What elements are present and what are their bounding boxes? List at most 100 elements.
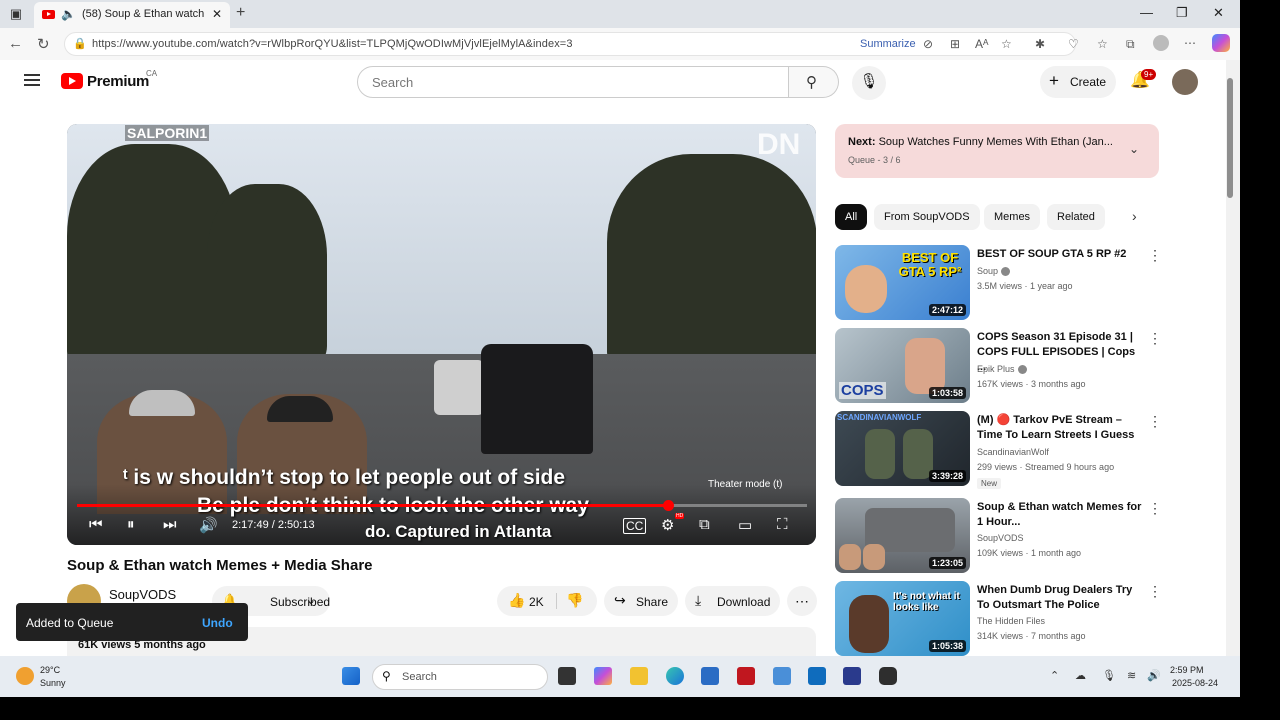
- more-options-icon[interactable]: ⋮: [1148, 247, 1162, 264]
- address-bar[interactable]: 🔒 https://www.youtube.com/watch?v=rWlbpR…: [64, 32, 1076, 56]
- channel-name[interactable]: SoupVODS: [109, 587, 176, 602]
- chevron-up-icon[interactable]: ⌃: [1050, 669, 1059, 682]
- chip-all[interactable]: All: [835, 204, 868, 230]
- queue-panel-header[interactable]: Next: Soup Watches Funny Memes With Etha…: [835, 124, 1159, 178]
- search-input[interactable]: [370, 74, 770, 91]
- site-info-icon[interactable]: 🔒: [73, 37, 87, 50]
- progress-bar[interactable]: [77, 500, 807, 511]
- back-icon[interactable]: ←: [8, 35, 23, 52]
- extensions-icon[interactable]: ✱: [1035, 37, 1045, 51]
- video-thumbnail[interactable]: BEST OF GTA 5 RP² 2:47:12: [835, 245, 970, 320]
- minimize-icon[interactable]: —: [1140, 5, 1153, 20]
- app-pen-icon[interactable]: [773, 667, 791, 685]
- windows-start-icon[interactable]: [342, 667, 360, 685]
- video-thumbnail[interactable]: COPS 1:03:58: [835, 328, 970, 403]
- favorites-icon[interactable]: ☆: [1097, 37, 1108, 51]
- video-title[interactable]: When Dumb Drug Dealers Try To Outsmart T…: [977, 583, 1147, 613]
- settings-gear-icon[interactable]: ⚙: [661, 516, 674, 534]
- taskbar-time[interactable]: 2:59 PM: [1170, 665, 1204, 675]
- chat-app-icon[interactable]: [879, 667, 897, 685]
- favorite-star-icon[interactable]: ☆: [1001, 37, 1012, 51]
- translate-icon[interactable]: ⊘: [923, 37, 933, 51]
- microphone-tray-icon[interactable]: 🎙: [1102, 669, 1116, 682]
- search-button[interactable]: ⚲: [789, 66, 839, 98]
- chip-memes[interactable]: Memes: [984, 204, 1041, 230]
- outlook-icon[interactable]: [808, 667, 826, 685]
- video-player[interactable]: SALPORIN1 DN ᵗ is w shouldn’t stop to le…: [67, 124, 816, 545]
- page-scrollbar-thumb[interactable]: [1227, 78, 1233, 198]
- chip-from-soupvods[interactable]: From SoupVODS: [874, 204, 980, 230]
- recommendation-item[interactable]: SCANDINAVIANWOLF 3:39:28 (M) 🔴 Tarkov Pv…: [835, 411, 1225, 489]
- weather-temperature[interactable]: 29°C: [40, 665, 60, 675]
- weather-condition[interactable]: Sunny: [40, 678, 66, 688]
- subtitles-cc-icon[interactable]: CC: [623, 518, 647, 534]
- browser-essentials-icon[interactable]: ♡: [1068, 37, 1079, 51]
- undo-button[interactable]: Undo: [202, 616, 233, 630]
- dislike-icon[interactable]: 👎: [566, 592, 583, 609]
- share-button[interactable]: ↪ Share: [604, 586, 678, 616]
- chevron-down-icon[interactable]: ⌄: [1129, 142, 1139, 156]
- taskbar-search[interactable]: ⚲ Search: [372, 664, 548, 690]
- app-available-icon[interactable]: ⊞: [950, 37, 960, 51]
- fullscreen-icon[interactable]: ⛶: [777, 516, 788, 533]
- more-options-icon[interactable]: ⋮: [1148, 583, 1162, 600]
- app-l-icon[interactable]: [843, 667, 861, 685]
- copilot-app-icon[interactable]: [594, 667, 612, 685]
- video-thumbnail[interactable]: SCANDINAVIANWOLF 3:39:28: [835, 411, 970, 486]
- download-button[interactable]: ⤓ Download: [685, 586, 780, 616]
- like-icon[interactable]: 👍: [508, 592, 525, 609]
- next-icon[interactable]: ⏭: [163, 516, 177, 533]
- read-aloud-icon[interactable]: Aᴬ: [975, 37, 988, 51]
- store-icon[interactable]: [701, 667, 719, 685]
- new-tab-icon[interactable]: +: [236, 4, 245, 22]
- summarize-button[interactable]: Summarize: [860, 38, 916, 50]
- more-options-icon[interactable]: ⋮: [1148, 330, 1162, 347]
- file-explorer-icon[interactable]: [630, 667, 648, 685]
- mcafee-icon[interactable]: [737, 667, 755, 685]
- taskbar-date[interactable]: 2025-08-24: [1172, 678, 1218, 688]
- miniplayer-icon[interactable]: ⧉: [699, 516, 710, 533]
- more-menu-icon[interactable]: ⋯: [1184, 36, 1196, 50]
- like-count[interactable]: 2K: [529, 595, 544, 609]
- account-avatar[interactable]: [1172, 69, 1198, 95]
- youtube-logo-icon[interactable]: [61, 73, 83, 89]
- recommendation-item[interactable]: It's not what it looks like 1:05:38 When…: [835, 581, 1225, 659]
- previous-icon[interactable]: ⏮: [89, 516, 103, 533]
- cloud-icon[interactable]: ☁: [1075, 669, 1086, 682]
- copilot-icon[interactable]: [1212, 34, 1230, 52]
- recommendation-item[interactable]: BEST OF GTA 5 RP² 2:47:12 BEST OF SOUP G…: [835, 245, 1225, 323]
- video-title[interactable]: Soup & Ethan watch Memes for 1 Hour...: [977, 500, 1147, 530]
- refresh-icon[interactable]: ↻: [37, 35, 50, 53]
- video-title[interactable]: BEST OF SOUP GTA 5 RP #2: [977, 247, 1147, 262]
- volume-icon[interactable]: 🔊: [199, 516, 218, 534]
- brand-premium[interactable]: Premium: [87, 73, 149, 90]
- more-options-icon[interactable]: ⋮: [1148, 500, 1162, 517]
- voice-search-button[interactable]: 🎙: [852, 66, 886, 100]
- tab-actions-icon[interactable]: ▣: [8, 6, 24, 22]
- edge-browser-icon[interactable]: [666, 667, 684, 685]
- speaker-icon[interactable]: 🔈: [61, 7, 76, 21]
- close-window-icon[interactable]: ✕: [1213, 5, 1224, 21]
- pause-icon[interactable]: ⏸: [127, 516, 135, 533]
- theater-mode-icon[interactable]: ▭: [738, 516, 752, 534]
- profile-icon[interactable]: [1153, 35, 1169, 51]
- menu-hamburger-icon[interactable]: [24, 74, 40, 86]
- speaker-tray-icon[interactable]: 🔊: [1147, 669, 1161, 682]
- wifi-icon[interactable]: ≋: [1127, 669, 1136, 682]
- task-view-icon[interactable]: [558, 667, 576, 685]
- video-thumbnail[interactable]: It's not what it looks like 1:05:38: [835, 581, 970, 656]
- chevron-right-icon[interactable]: ›: [1132, 208, 1137, 224]
- restore-icon[interactable]: ❐: [1176, 5, 1188, 21]
- video-title[interactable]: (M) 🔴 Tarkov PvE Stream – Time To Learn …: [977, 413, 1147, 443]
- create-button[interactable]: + Create: [1040, 66, 1116, 98]
- recommendation-item[interactable]: 1:23:05 Soup & Ethan watch Memes for 1 H…: [835, 498, 1225, 576]
- video-thumbnail[interactable]: 1:23:05: [835, 498, 970, 573]
- chip-related[interactable]: Related: [1047, 204, 1105, 230]
- search-box[interactable]: [357, 66, 789, 98]
- recommendation-item[interactable]: COPS 1:03:58 COPS Season 31 Episode 31 |…: [835, 328, 1225, 406]
- more-options-icon[interactable]: ⋮: [1148, 413, 1162, 430]
- weather-sun-icon[interactable]: [16, 667, 34, 685]
- collections-icon[interactable]: ⧉: [1126, 37, 1135, 52]
- more-actions-icon[interactable]: ⋯: [787, 586, 817, 616]
- close-tab-icon[interactable]: ✕: [212, 7, 222, 21]
